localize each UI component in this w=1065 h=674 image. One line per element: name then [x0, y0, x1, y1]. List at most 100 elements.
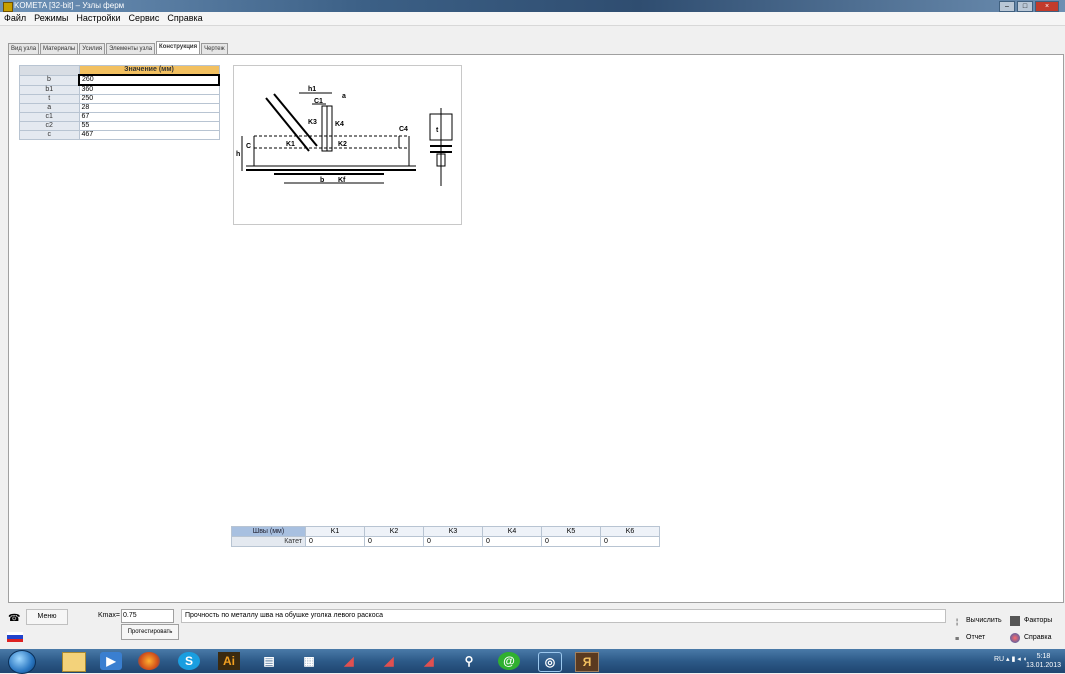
factors-icon	[1010, 616, 1020, 626]
clock-time: 5:18	[1036, 653, 1051, 660]
label-k3: K3	[308, 119, 317, 126]
param-value-cell[interactable]: 250	[78, 94, 220, 104]
skype-icon[interactable]: S	[178, 652, 200, 670]
param-value-cell[interactable]: 67	[78, 112, 220, 122]
weld-value-cell[interactable]: 0	[541, 536, 601, 547]
windows-taskbar: ▶ S Ai ▤ ▦ ◢ ◢ ◢ ⚲ @ ◎ Я RU ▴ ▮ ◂ ◖ 5:18…	[0, 649, 1065, 674]
menu-icon: ☎	[8, 613, 21, 624]
language-indicator[interactable]: RU	[994, 656, 1004, 663]
search-icon[interactable]: ⚲	[458, 652, 480, 670]
table-row: c1 67	[19, 112, 220, 122]
start-button[interactable]	[8, 650, 36, 674]
param-name: b	[19, 74, 80, 86]
label-h1: h1	[308, 86, 316, 93]
weld-table: Швы (мм) K1 K2 K3 K4 K5 K6 Катет 0 0 0 0…	[231, 526, 660, 547]
report-label: Отчет	[966, 634, 986, 641]
table-row: b 260	[19, 74, 220, 86]
weld-value-cell[interactable]: 0	[600, 536, 660, 547]
param-name: c2	[19, 121, 80, 131]
system-tray: RU ▴ ▮ ◂ ◖	[994, 655, 1027, 663]
table-row: a 28	[19, 103, 220, 113]
window-controls: – □ ×	[999, 1, 1059, 12]
calculate-button[interactable]: ¦ Вычислить	[952, 614, 1002, 628]
menu-settings[interactable]: Настройки	[72, 12, 124, 25]
label-k2: K2	[338, 141, 347, 148]
param-value-cell[interactable]: 467	[78, 130, 220, 140]
test-button[interactable]: Протестировать	[121, 624, 179, 640]
params-table: Значение (мм) b 260 b1 360 t 250 a 28 c1…	[19, 65, 220, 140]
table-row: c 467	[19, 130, 220, 140]
tab-construction[interactable]: Конструкция	[156, 41, 201, 55]
save-icon[interactable]: ▤	[258, 652, 280, 670]
param-value-cell[interactable]: 28	[78, 103, 220, 113]
clock-date: 13.01.2013	[1025, 662, 1061, 669]
label-c4: C4	[399, 126, 408, 133]
kmax-field[interactable]: 0.75	[121, 609, 174, 623]
param-name: b1	[19, 84, 80, 95]
tray-icons[interactable]: ▴ ▮ ◂ ◖	[1006, 656, 1027, 663]
calculate-label: Вычислить	[966, 617, 1002, 624]
label-c: C	[246, 143, 251, 150]
menu-file[interactable]: Файл	[0, 12, 30, 25]
label-a: a	[342, 93, 346, 100]
status-bar: ☎ Меню Kmax= 0.75 Протестировать Прочнос…	[0, 605, 1065, 649]
weld-value-cell[interactable]: 0	[364, 536, 424, 547]
kometa-icon[interactable]: Я	[575, 652, 599, 672]
weld-column-header: K5	[541, 526, 601, 537]
menu-service[interactable]: Сервис	[125, 12, 164, 25]
app-icon-1[interactable]: ◢	[338, 652, 360, 670]
window-title: KOMETA [32-bit] – Узлы ферм	[14, 1, 125, 10]
app-icon	[3, 2, 13, 12]
help-icon	[1010, 633, 1020, 643]
tab-strip: Вид узла Материалы Усилия Элементы узла …	[8, 41, 229, 55]
weld-column-header: K3	[423, 526, 483, 537]
weld-value-cell[interactable]: 0	[305, 536, 365, 547]
illustrator-icon[interactable]: Ai	[218, 652, 240, 670]
russian-flag-icon	[7, 632, 23, 642]
weld-row-label: Катет	[231, 536, 306, 547]
clock[interactable]: 5:18 13.01.2013	[1026, 652, 1061, 670]
param-value-cell[interactable]: 55	[78, 121, 220, 131]
weld-value-cell[interactable]: 0	[482, 536, 542, 547]
weld-column-header: K1	[305, 526, 365, 537]
weld-column-header: K6	[600, 526, 660, 537]
param-name: t	[19, 94, 80, 104]
help-button[interactable]: Справка	[1010, 631, 1051, 645]
messenger-icon[interactable]: @	[498, 652, 520, 670]
label-h: h	[236, 151, 240, 158]
factors-button[interactable]: Факторы	[1010, 614, 1052, 628]
menu-modes[interactable]: Режимы	[30, 12, 72, 25]
label-t: t	[436, 127, 439, 134]
weld-value-cell[interactable]: 0	[423, 536, 483, 547]
label-kf: Kf	[338, 177, 346, 184]
calculator-icon[interactable]: ▦	[298, 652, 320, 670]
maximize-button[interactable]: □	[1017, 1, 1033, 12]
param-value-cell[interactable]: 260	[78, 74, 220, 86]
help-label: Справка	[1024, 634, 1052, 641]
browser-icon[interactable]: ◎	[538, 652, 562, 672]
table-row: Катет 0 0 0 0 0 0	[231, 536, 660, 547]
menu-help[interactable]: Справка	[163, 12, 206, 25]
menu-button[interactable]: Меню	[26, 609, 68, 625]
param-value-cell[interactable]: 360	[78, 84, 220, 95]
app-icon-3[interactable]: ◢	[418, 652, 440, 670]
weld-column-header: K2	[364, 526, 424, 537]
title-bar: KOMETA [32-bit] – Узлы ферм – □ ×	[0, 0, 1065, 12]
media-player-icon[interactable]: ▶	[100, 652, 122, 670]
label-c1: C1	[314, 98, 323, 105]
close-button[interactable]: ×	[1035, 1, 1059, 12]
firefox-icon[interactable]	[138, 652, 160, 670]
node-drawing-svg: h1 C1 a K3 K4 K1 K2 C4 h C b Kf t	[236, 86, 453, 186]
calculate-icon: ¦	[956, 619, 958, 626]
minimize-button[interactable]: –	[999, 1, 1015, 12]
report-icon: ≡	[954, 636, 960, 643]
value-column-header: Значение (мм)	[78, 65, 220, 76]
folder-icon[interactable]	[62, 652, 86, 672]
table-corner	[19, 65, 80, 76]
param-name: c	[19, 130, 80, 140]
kmax-label: Kmax=	[98, 612, 120, 619]
factors-label: Факторы	[1024, 617, 1053, 624]
app-icon-2[interactable]: ◢	[378, 652, 400, 670]
menu-bar: Файл Режимы Настройки Сервис Справка	[0, 12, 1065, 26]
report-button[interactable]: ≡ Отчет	[952, 631, 985, 645]
